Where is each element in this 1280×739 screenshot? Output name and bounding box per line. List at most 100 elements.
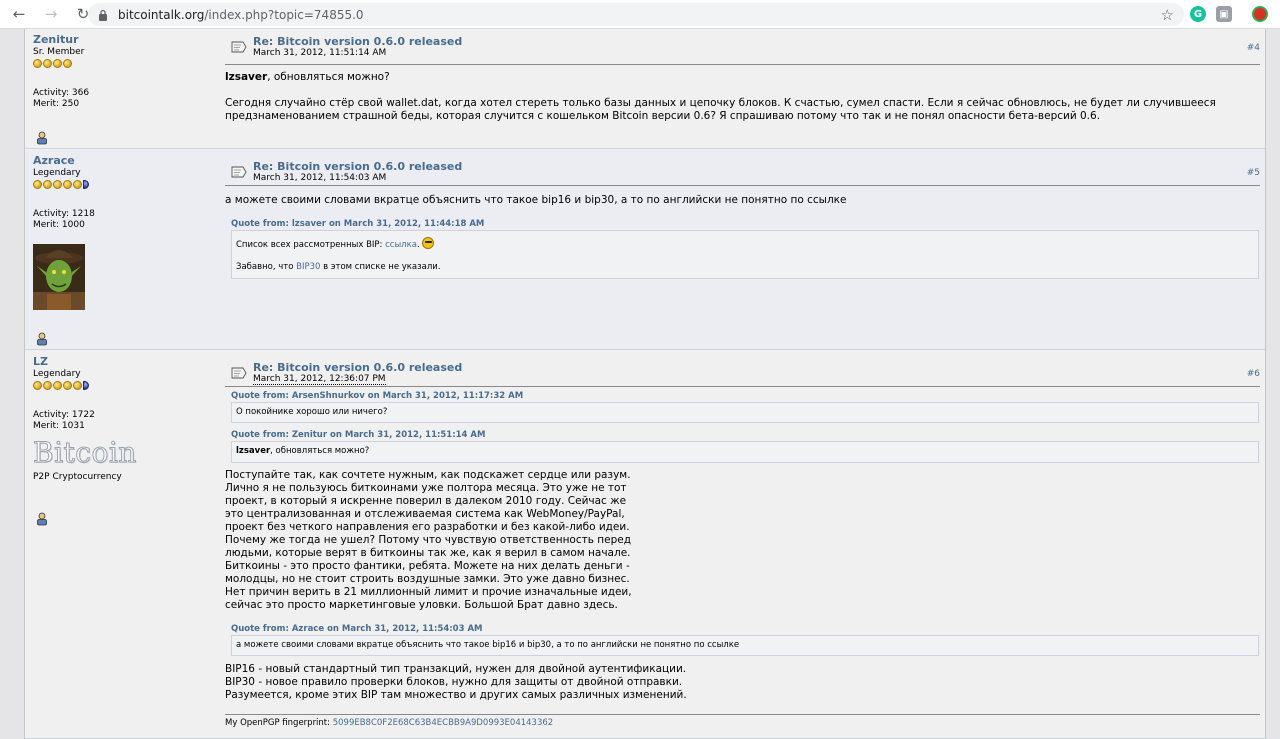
profile-icon[interactable] (35, 331, 49, 346)
url-text: bitcointalk.org/index.php?topic=74855.0 (118, 7, 364, 22)
post-subject-link[interactable]: Re: Bitcoin version 0.6.0 released (253, 35, 462, 48)
post-body: а можете своими словами вкратце объяснит… (225, 194, 847, 206)
post-date: March 31, 2012, 11:54:03 AM (253, 173, 387, 183)
quote-block: Список всех рассмотренных BIP: ссылка. З… (231, 230, 1259, 279)
extension-icon[interactable]: ▣ (1216, 6, 1232, 22)
post-number-link[interactable]: #4 (1247, 43, 1260, 53)
author-activity: Activity: 366 (33, 88, 90, 98)
author-name[interactable]: Zenitur (33, 33, 213, 46)
post-text-line: проект без четкого направления его разра… (225, 521, 630, 533)
post-text-line: сейчас это просто маркетинговые уловки. … (225, 599, 618, 611)
quote-text: О покойнике хорошо или ничего? (236, 407, 388, 417)
profile-icon[interactable] (35, 511, 49, 526)
back-icon[interactable]: ← (8, 3, 30, 25)
author-rank: Legendary (33, 369, 81, 379)
post-text-line: Почему же тогда не ушел? Потому что чувс… (225, 534, 631, 546)
divider (225, 64, 1260, 65)
browser-toolbar: ← → ↻ bitcointalk.org/index.php?topic=74… (0, 0, 1280, 29)
post-text-line: Биткоины - это просто фантики, ребята. М… (225, 560, 630, 572)
personal-text: P2P Cryptocurrency (33, 472, 122, 482)
signature-divider (225, 714, 1260, 715)
mentioned-user: lzsaver (236, 446, 271, 456)
rank-coins-icon (33, 180, 213, 189)
rank-coins-icon (33, 59, 213, 68)
author-merit: Merit: 250 (33, 99, 80, 109)
post-text-line: молодцы, но не стоит строить воздушные з… (225, 573, 630, 585)
post-text: , обновляться можно? (267, 71, 390, 83)
address-bar[interactable]: bitcointalk.org/index.php?topic=74855.0 … (88, 3, 1184, 26)
post-author-panel: Zenitur Sr. Member Activity: 366 Merit: … (33, 33, 213, 110)
quote-header-link[interactable]: Quote from: Zenitur on March 31, 2012, 1… (231, 430, 1260, 440)
divider (225, 185, 1260, 186)
signature-label: My OpenPGP fingerprint: (225, 718, 333, 728)
quote-link[interactable]: BIP30 (296, 262, 320, 272)
profile-icon[interactable] (35, 130, 49, 145)
post-content: Re: Bitcoin version 0.6.0 released March… (225, 33, 1260, 123)
post-subject-link[interactable]: Re: Bitcoin version 0.6.0 released (253, 361, 462, 374)
post-body: BIP16 - новый стандартный тип транзакций… (225, 663, 1260, 702)
quote-block: О покойнике хорошо или ничего? (231, 402, 1259, 423)
post-text-line: Разумеется, кроме этих BIP там множество… (225, 689, 687, 701)
author-merit: Merit: 1031 (33, 421, 85, 431)
post-body-paragraph: Сегодня случайно стёр свой wallet.dat, к… (225, 97, 1216, 122)
lock-icon (98, 9, 110, 21)
forum-thread: Zenitur Sr. Member Activity: 366 Merit: … (24, 29, 1266, 739)
post-text-line: проект, в который я искренне поверил в д… (225, 495, 627, 507)
quote-link[interactable]: ссылка (385, 240, 417, 250)
post-number-link[interactable]: #6 (1247, 369, 1260, 379)
bookmark-star-icon[interactable]: ☆ (1161, 6, 1174, 24)
quote-text: . (416, 240, 420, 250)
post-5: Azrace Legendary Activity: 1218 Merit: 1… (25, 150, 1265, 350)
message-icon (231, 365, 247, 379)
quote-header-link[interactable]: Quote from: ArsenShnurkov on March 31, 2… (231, 391, 1260, 401)
divider (225, 386, 1260, 387)
quote-text: Список всех рассмотренных BIP: (236, 240, 386, 250)
author-name[interactable]: LZ (33, 355, 213, 368)
post-body: lzsaver, обновляться можно? (225, 71, 1260, 84)
author-name[interactable]: Azrace (33, 154, 213, 167)
author-activity: Activity: 1218 (33, 209, 95, 219)
quote-header-link[interactable]: Quote from: lzsaver on March 31, 2012, 1… (231, 219, 1260, 229)
mentioned-user: lzsaver (225, 71, 268, 83)
quote-text: , обновляться можно? (270, 446, 370, 456)
author-activity: Activity: 1722 (33, 410, 95, 420)
grammarly-extension-icon[interactable]: G (1190, 6, 1206, 22)
message-icon (231, 39, 247, 53)
post-6: LZ Legendary Activity: 1722 Merit: 1031 … (25, 351, 1265, 739)
post-subject-link[interactable]: Re: Bitcoin version 0.6.0 released (253, 160, 462, 173)
author-rank: Legendary (33, 168, 81, 178)
author-rank: Sr. Member (33, 47, 85, 57)
post-author-panel: LZ Legendary Activity: 1722 Merit: 1031 … (33, 355, 213, 483)
quote-header-link[interactable]: Quote from: Azrace on March 31, 2012, 11… (231, 624, 1260, 634)
quote-block: а можете своими словами вкратце объяснит… (231, 635, 1259, 656)
quote-text: а можете своими словами вкратце объяснит… (236, 640, 740, 650)
post-text-line: Поступайте так, как сочтете нужным, как … (225, 469, 631, 481)
post-text-line: людьми, которые верят в биткоины так же,… (225, 547, 631, 559)
post-date: March 31, 2012, 11:51:14 AM (253, 48, 387, 58)
rank-coins-icon (33, 381, 213, 390)
post-body: Поступайте так, как сочтете нужным, как … (225, 469, 1260, 612)
post-4: Zenitur Sr. Member Activity: 366 Merit: … (25, 29, 1265, 149)
quote-text: Забавно, что (236, 262, 297, 272)
quote-text: в этом списке не указали. (320, 262, 441, 272)
post-text-line: BIP16 - новый стандартный тип транзакций… (225, 663, 687, 675)
avatar (33, 244, 85, 310)
post-content: Re: Bitcoin version 0.6.0 released March… (225, 158, 1260, 279)
quote-block: lzsaver, обновляться можно? (231, 441, 1259, 463)
post-text-line: Лично я не пользуюсь биткоинами уже полт… (225, 482, 627, 494)
post-content: Re: Bitcoin version 0.6.0 released March… (225, 359, 1260, 728)
post-date: March 31, 2012, 12:36:07 PM (253, 374, 386, 385)
post-author-panel: Azrace Legendary Activity: 1218 Merit: 1… (33, 154, 213, 231)
author-merit: Merit: 1000 (33, 220, 85, 230)
post-number-link[interactable]: #5 (1247, 168, 1260, 178)
message-icon (231, 164, 247, 178)
cool-smiley-icon (422, 237, 435, 249)
forward-icon[interactable]: → (40, 3, 62, 25)
post-text-line: Нет причин верить в 21 миллионный лимит … (225, 586, 632, 598)
fingerprint-link[interactable]: 5099EB8C0F2E68C63B4ECBB9A9D0993E04143362 (333, 718, 553, 728)
signature: My OpenPGP fingerprint: 5099EB8C0F2E68C6… (225, 718, 1260, 728)
personal-brand-text: Bitcoin (33, 436, 137, 469)
post-text-line: BIP30 - новое правило проверки блоков, н… (225, 676, 683, 688)
post-text-line: это централизованная и отслеживаемая сис… (225, 508, 625, 520)
profile-avatar[interactable] (1252, 6, 1268, 22)
